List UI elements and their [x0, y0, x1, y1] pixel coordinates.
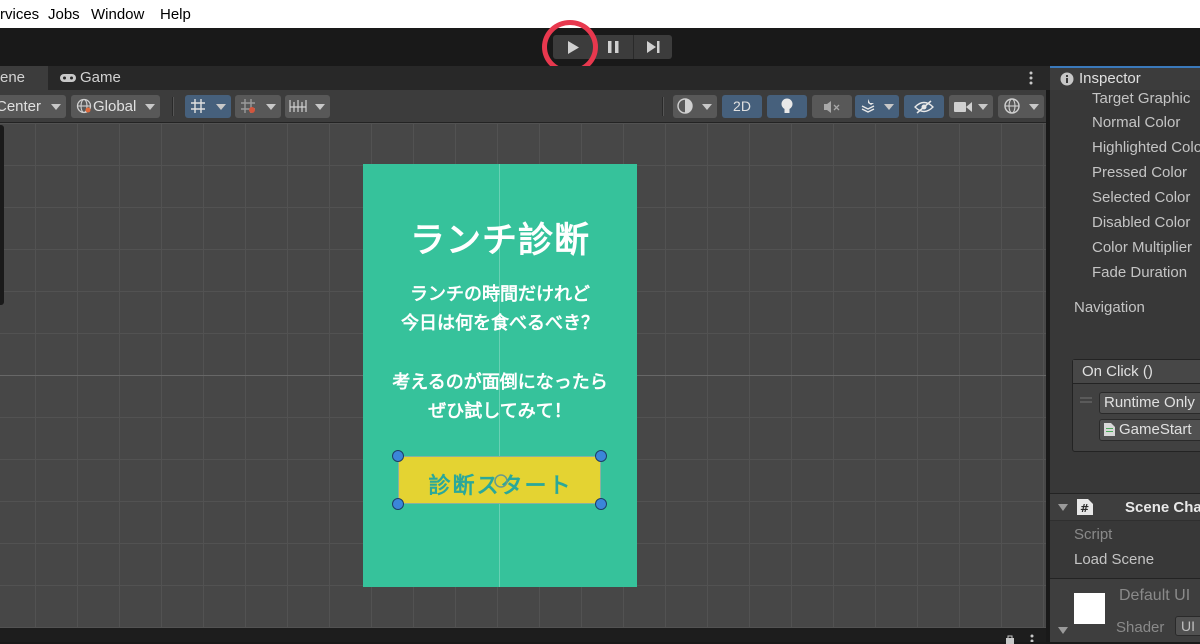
menu-services[interactable]: rvices: [0, 6, 39, 23]
prop-highlighted-color: Highlighted Color: [1092, 139, 1200, 156]
resize-handle-bl[interactable]: [392, 498, 404, 510]
resize-handle-tr[interactable]: [595, 450, 607, 462]
2d-toggle-button[interactable]: 2D: [722, 95, 762, 118]
gizmos-button[interactable]: [998, 95, 1044, 118]
runtime-dropdown[interactable]: Runtime Only: [1099, 392, 1200, 414]
shading-mode-button[interactable]: [673, 95, 717, 118]
tab-inspector[interactable]: Inspector: [1050, 66, 1200, 90]
menu-bar: rvices Jobs Window Help: [0, 0, 1200, 28]
tab-game[interactable]: Game: [57, 66, 137, 90]
prop-navigation: Navigation: [1074, 299, 1145, 316]
pause-icon: [607, 41, 618, 53]
prop-pressed-color: Pressed Color: [1092, 164, 1188, 181]
tab-scene[interactable]: ene: [0, 66, 48, 90]
ruler-button[interactable]: [285, 95, 330, 118]
prop-fade-duration: Fade Duration: [1092, 264, 1188, 281]
resize-handle-tl[interactable]: [392, 450, 404, 462]
canvas-body-text-2: 考えるのが面倒になったら ぜひ試してみて！: [392, 372, 608, 421]
svg-text:#: #: [1080, 502, 1089, 515]
gamepad-icon: [60, 74, 76, 82]
step-icon: [646, 41, 659, 53]
grid-snap-button[interactable]: [185, 95, 231, 118]
left-overlay-panel: [0, 125, 4, 305]
menu-window[interactable]: Window: [91, 6, 144, 23]
audio-toggle-button[interactable]: [812, 95, 852, 118]
gizmo-globe-icon: [1004, 98, 1020, 114]
lock-icon[interactable]: [1004, 634, 1016, 644]
prop-normal-color: Normal Color: [1092, 114, 1181, 131]
increment-snap-icon: [241, 99, 255, 113]
prop-selected-color: Selected Color: [1092, 189, 1191, 206]
lighting-toggle-button[interactable]: [767, 95, 807, 118]
onclick-header: On Click (): [1073, 360, 1200, 384]
onclick-event-box: On Click () Runtime Only GameStart: [1072, 359, 1200, 452]
camera-icon: [954, 102, 972, 112]
prop-load-scene: Load Scene: [1074, 551, 1155, 568]
space-dropdown[interactable]: Global: [71, 95, 160, 118]
ruler-icon: [289, 100, 307, 112]
prop-color-multiplier: Color Multiplier: [1092, 239, 1193, 256]
increment-snap-button[interactable]: [235, 95, 281, 118]
toolbar-separator: [662, 97, 664, 116]
camera-button[interactable]: [949, 95, 993, 118]
menu-help[interactable]: Help: [160, 6, 191, 23]
shading-sphere-icon: [677, 98, 693, 114]
start-diagnosis-button[interactable]: 診断スタート: [398, 456, 601, 504]
prop-target-graphic: Target Graphic: [1092, 90, 1191, 107]
object-field[interactable]: GameStart: [1099, 419, 1200, 441]
menu-jobs[interactable]: Jobs: [48, 6, 80, 23]
csharp-script-icon: #: [1077, 499, 1093, 515]
rect-tool-pivot-icon: [494, 474, 508, 488]
info-icon: [1060, 72, 1074, 86]
drag-handle-icon[interactable]: [1080, 396, 1092, 404]
visibility-toggle-button[interactable]: [904, 95, 944, 118]
more-options-icon[interactable]: [1030, 634, 1034, 642]
prop-disabled-color: Disabled Color: [1092, 214, 1191, 231]
bottom-panel-strip: [0, 628, 1046, 644]
pivot-dropdown[interactable]: Center: [0, 95, 66, 118]
collapse-arrow-icon[interactable]: [1058, 627, 1068, 635]
globe-icon: [76, 98, 92, 114]
toolbar-separator: [172, 97, 174, 116]
material-preview: [1074, 593, 1105, 624]
pause-button[interactable]: [593, 35, 632, 59]
inspector-panel: Target Graphic Normal Color Highlighted …: [1050, 90, 1200, 642]
canvas-title: ランチ診断: [409, 221, 590, 260]
shader-label: Shader: [1116, 619, 1165, 636]
scene-toolbar: Center Global 2D: [0, 90, 1046, 123]
script-file-icon: [1104, 423, 1115, 436]
material-section: Default UI Shader UI: [1050, 578, 1200, 642]
more-options-icon[interactable]: [1029, 71, 1033, 85]
audio-mute-icon: [824, 101, 840, 113]
hidden-eye-icon: [914, 100, 934, 114]
inspector-tab-bar: Inspector: [1046, 66, 1200, 90]
component-header[interactable]: # Scene Cha: [1050, 493, 1200, 521]
lightbulb-icon: [781, 98, 793, 113]
collapse-arrow-icon[interactable]: [1058, 504, 1068, 512]
canvas-body-text: ランチの時間だけれど 今日は何を食べるべき？: [401, 284, 599, 333]
effects-button[interactable]: [855, 95, 899, 118]
prop-script: Script: [1074, 526, 1113, 543]
shader-dropdown[interactable]: UI: [1175, 616, 1200, 636]
step-button[interactable]: [633, 35, 672, 59]
scene-tab-bar: ene Game: [0, 66, 1046, 90]
resize-handle-br[interactable]: [595, 498, 607, 510]
material-name: Default UI: [1119, 587, 1191, 604]
grid-snap-icon: [191, 99, 205, 113]
ui-canvas[interactable]: ランチ診断 ランチの時間だけれど 今日は何を食べるべき？ 考えるのが面倒になった…: [363, 164, 637, 587]
layers-icon: [861, 99, 875, 113]
